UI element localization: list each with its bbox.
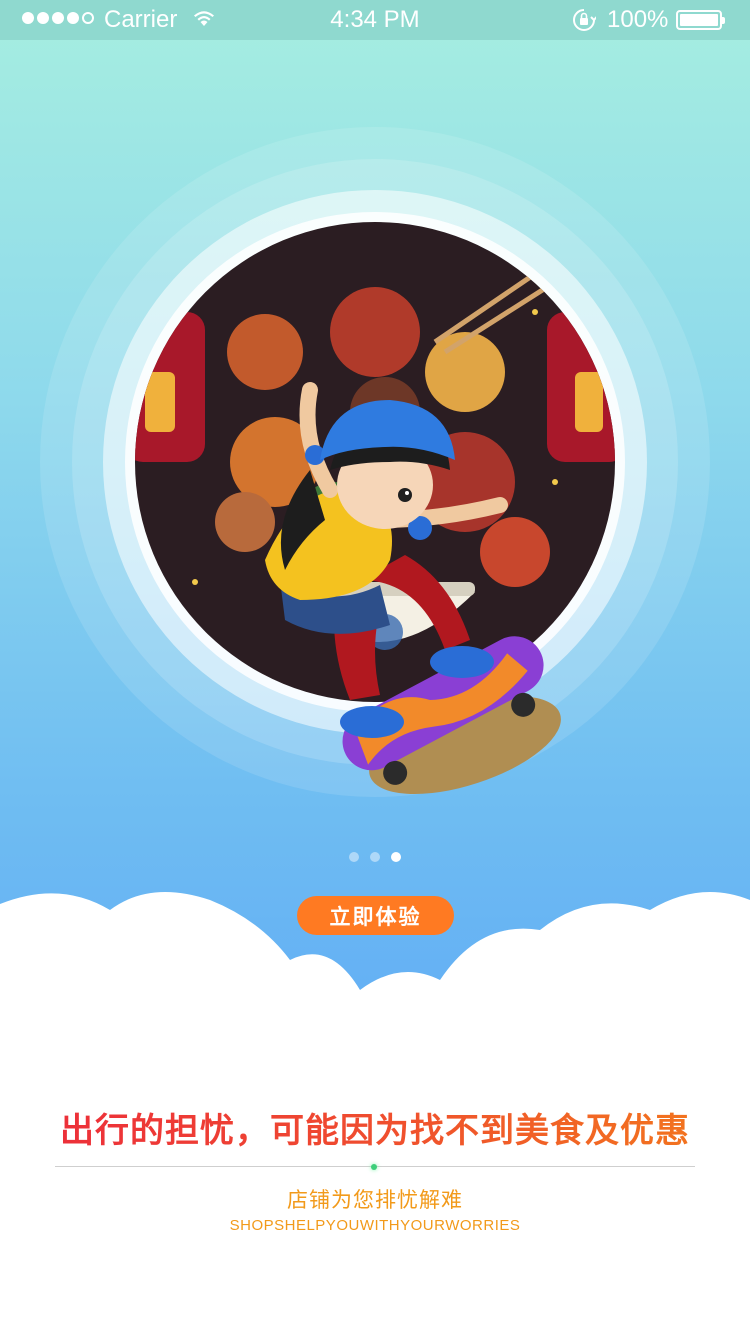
divider-dot <box>371 1164 377 1170</box>
page-dot-active[interactable] <box>391 852 401 862</box>
page-dot[interactable] <box>370 852 380 862</box>
page-dot[interactable] <box>349 852 359 862</box>
start-experience-button[interactable]: 立即体验 <box>297 896 454 935</box>
headline: 出行的担忧，可能因为找不到美食及优惠 <box>0 1103 750 1152</box>
subtitle: 店铺为您排忧解难 <box>287 1188 463 1212</box>
girl-skateboard-illustration <box>265 382 561 795</box>
page-indicator <box>349 852 401 862</box>
subtitle-english: SHOPSHELPYOUWITHYOURWORRIES <box>229 1217 521 1234</box>
